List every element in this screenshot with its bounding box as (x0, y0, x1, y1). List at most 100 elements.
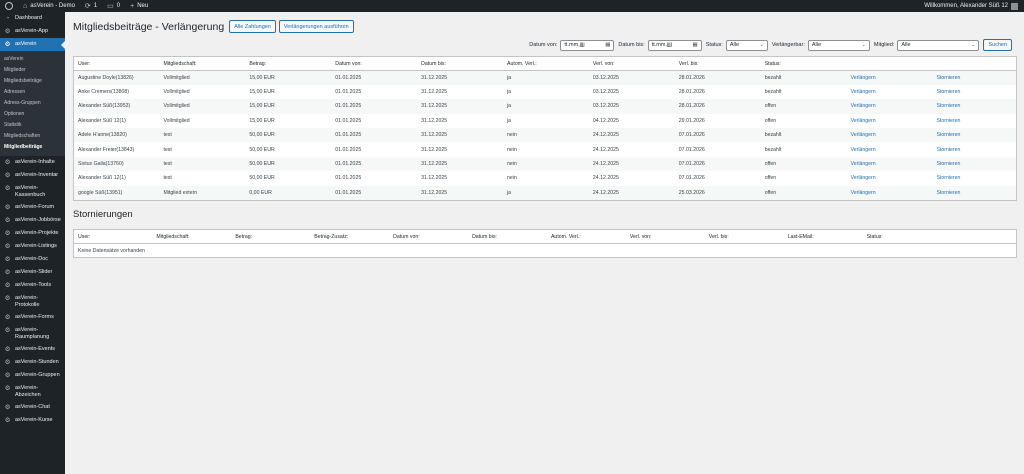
renew-link[interactable]: Verlängern (847, 85, 933, 99)
table-cell: Augustine Doyle(13826) (73, 70, 160, 85)
gear-icon: ⚙ (4, 256, 11, 263)
table-cell: Alexander Süß(13953) (73, 99, 160, 114)
cancel-link[interactable]: Stornieren (932, 171, 1016, 185)
submenu-statistik[interactable]: Statistik (0, 120, 65, 131)
submenu-adressen[interactable]: Adressen (0, 87, 65, 98)
table-cell: 15,00 EUR (245, 99, 332, 114)
wordpress-icon (5, 2, 13, 10)
menu-asverein-app[interactable]: ⚙ asVerein-App (0, 25, 65, 38)
submenu-asverein[interactable]: asVerein (0, 54, 65, 65)
submenu-mitgliedschaften[interactable]: Mitgliedschaften (0, 131, 65, 142)
gear-icon: ⚙ (4, 159, 11, 166)
renew-link[interactable]: Verlängern (847, 142, 933, 156)
table-cell: offen (760, 185, 847, 201)
calendar-icon[interactable]: ▦ (605, 42, 610, 48)
menu-asverein-tools[interactable]: ⚙ asVerein-Tools (0, 279, 65, 292)
date-to-input[interactable]: tt.mm.jjjj ▦ (647, 39, 702, 51)
avatar (1011, 2, 1018, 10)
gear-icon: ⚙ (4, 417, 11, 424)
table-cell: 25.03.2026 (674, 185, 761, 201)
menu-asverein-inventar[interactable]: ⚙ asVerein-Inventar (0, 169, 65, 182)
renew-link[interactable]: Verlängern (847, 114, 933, 128)
table-cell: 03.12.2025 (588, 99, 675, 114)
wordpress-logo-menu[interactable] (0, 0, 18, 12)
menu-asverein[interactable]: ⚙ asVerein (0, 38, 65, 51)
submenu-adress-gruppen[interactable]: Adress-Gruppen (0, 98, 65, 109)
table-cell: Anke Cremers(13808) (78, 89, 130, 96)
table-cell: 31.12.2025 (417, 156, 504, 172)
table-cell: nein (503, 156, 589, 172)
menu-asverein-projekte[interactable]: ⚙ asVerein-Projekte (0, 227, 65, 240)
menu-asverein-stunden[interactable]: ⚙ asVerein-Stunden (0, 356, 65, 369)
menu-asverein-raumplanung[interactable]: ⚙ asVerein-Raumplanung (0, 324, 65, 343)
renew-link[interactable]: Verlängern (847, 171, 933, 185)
menu-asverein-doc[interactable]: ⚙ asVerein-Doc (0, 253, 65, 266)
all-payments-button[interactable]: Alle Zahlungen (229, 20, 276, 33)
menu-asverein-protokolle[interactable]: ⚙ asVerein-Protokolle (0, 292, 65, 311)
renew-link[interactable]: Verlängern (846, 99, 933, 114)
cancel-link[interactable]: Stornieren (932, 142, 1016, 156)
menu-asverein-gruppen[interactable]: ⚙ asVerein-Gruppen (0, 369, 65, 382)
menu-asverein-forum[interactable]: ⚙ asVerein-Forum (0, 201, 65, 214)
cancel-link[interactable]: Stornieren (932, 99, 1017, 114)
calendar-icon[interactable]: ▦ (693, 42, 698, 48)
menu-asverein-listings[interactable]: ⚙ asVerein-Listings (0, 240, 65, 253)
cancel-link[interactable]: Stornieren (932, 85, 1016, 99)
menu-asverein-slider[interactable]: ⚙ asVerein-Slider (0, 266, 65, 279)
submenu-mitglieder[interactable]: Mitglieder (0, 65, 65, 76)
renew-link[interactable]: Verlängern (846, 185, 933, 201)
renew-link[interactable]: Verlängern (846, 70, 933, 85)
member-label: Mitglied: (873, 42, 895, 48)
table-cell: 31.12.2025 (421, 175, 448, 182)
menu-dashboard[interactable]: ◔ Dashboard (0, 12, 65, 25)
renew-link[interactable]: Verlängern (846, 128, 933, 143)
page-title: Mitgliedsbeiträge - Verlängerung (73, 20, 225, 33)
empty-message: Keine Datensätze vorhanden (78, 247, 145, 254)
comments-menu[interactable]: ▭ 0 (102, 0, 125, 12)
status-label: Status: (705, 42, 723, 48)
submenu-optionen[interactable]: Optionen (0, 109, 65, 120)
menu-asverein-jobboerse[interactable]: ⚙ asVerein-Jobbörse (0, 214, 65, 227)
table-cell: 28.01.2026 (678, 89, 705, 96)
submenu-mitgliedbeitraege[interactable]: Mitgliedbeiträge (0, 142, 65, 153)
menu-asverein-inhalte[interactable]: ⚙ asVerein-Inhalte (0, 156, 65, 169)
cancel-link[interactable]: Stornieren (932, 70, 1017, 85)
menu-asverein-forms[interactable]: ⚙ asVerein-Forms (0, 311, 65, 324)
menu-asverein-kassenbuch[interactable]: ⚙ asVerein-Kassenbuch (0, 182, 65, 201)
date-to-label: Datum bis: (618, 42, 645, 48)
cancel-link[interactable]: Stornieren (932, 185, 1017, 201)
gear-icon: ⚙ (4, 282, 11, 289)
table-cell: 01.01.2025 (335, 175, 362, 182)
renewable-select[interactable]: Alle ⌄ (807, 39, 870, 51)
chevron-down-icon: ⌄ (861, 42, 866, 48)
asverein-submenu: asVerein Mitglieder Mitgliedsbeiträge Ad… (0, 51, 65, 156)
run-renewals-button[interactable]: Verlängerungen ausführen (278, 20, 354, 33)
date-from-input[interactable]: tt.mm.jjjj ▦ (560, 39, 615, 51)
column-header: Verl. von: (625, 229, 705, 244)
new-content-menu[interactable]: + Neu (125, 0, 153, 12)
menu-asverein-events[interactable]: ⚙ asVerein-Events (0, 343, 65, 356)
renew-link[interactable]: Verlängern (846, 156, 933, 172)
column-header (941, 229, 1017, 244)
menu-asverein-abzeichen[interactable]: ⚙ asVerein-Abzeichen (0, 382, 65, 401)
menu-asverein-chat[interactable]: ⚙ asVerein-Chat (0, 401, 65, 414)
updates-menu[interactable]: ⟳ 1 (80, 0, 102, 12)
column-header: Datum bis: (417, 56, 504, 71)
column-header: Betrag: (231, 229, 311, 244)
cancel-link[interactable]: Stornieren (932, 114, 1016, 128)
table-row: Alexander Süß 12(1) test 50,00 EUR 01.01.20… (74, 171, 1017, 185)
user-account-menu[interactable]: Willkommen, Alexander Süß 12 (919, 0, 1024, 12)
table-cell: 0,00 EUR (245, 185, 332, 201)
site-name-menu[interactable]: ⌂ asVerein - Demo (18, 0, 80, 12)
menu-asverein-kurse[interactable]: ⚙ asVerein-Kurse (0, 414, 65, 427)
table-cell: offen (764, 117, 777, 124)
member-select[interactable]: Alle ⌄ (897, 39, 980, 51)
cancel-link[interactable]: Stornieren (932, 128, 1017, 143)
gear-icon: ⚙ (4, 172, 11, 179)
table-cell: offen (760, 99, 847, 114)
search-button[interactable]: Suchen (983, 39, 1012, 51)
table-row: Alexander Süß(13953) Vollmitglied 15,00 EU… (73, 99, 1017, 114)
submenu-mitgliedsbeitraege[interactable]: Mitgliedsbeiträge (0, 76, 65, 87)
cancel-link[interactable]: Stornieren (932, 156, 1017, 172)
status-select[interactable]: Alle ⌄ (725, 39, 768, 51)
